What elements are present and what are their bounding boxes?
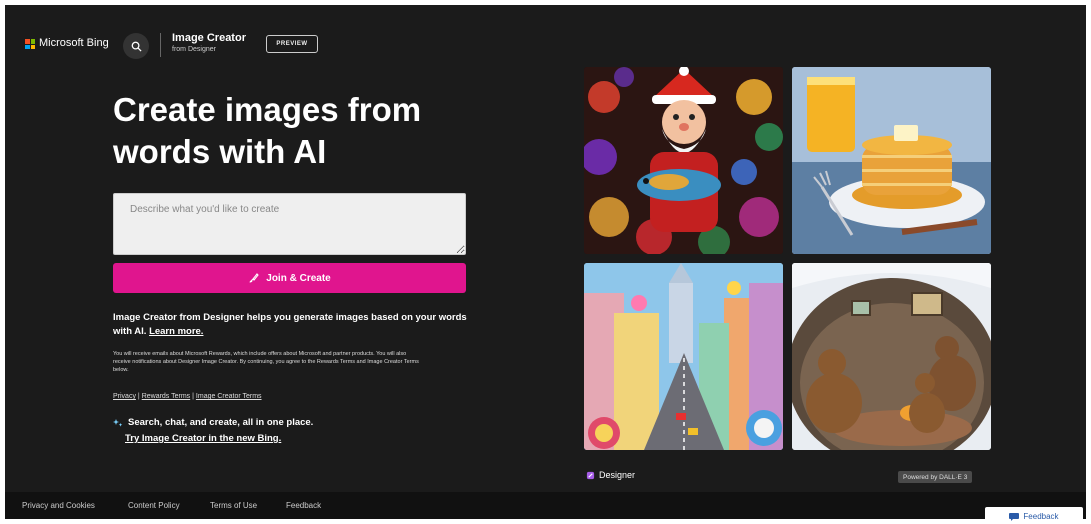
join-and-create-label: Join & Create [266,272,331,284]
pancakes-image [792,67,991,254]
terms-links: Privacy | Rewards Terms | Image Creator … [113,393,262,400]
header: Microsoft Bing Image Creator from Design… [5,5,1086,65]
footer-link-content-policy[interactable]: Content Policy [128,501,180,510]
designer-logo-icon [586,471,595,479]
terms-separator: | [192,393,194,400]
feedback-icon [1009,512,1020,521]
powered-by-badge: Powered by DALL·E 3 [898,471,973,483]
rewards-terms-link[interactable]: Rewards Terms [142,393,191,400]
terms-separator: | [137,393,140,400]
footer-link-feedback[interactable]: Feedback [286,501,321,510]
promo-line: Search, chat, and create, all in one pla… [113,417,313,428]
promo-text: Search, chat, and create, all in one pla… [128,417,314,428]
designer-label: Designer [599,470,636,480]
app-window: Microsoft Bing Image Creator from Design… [5,5,1086,519]
join-and-create-button[interactable]: Join & Create [113,263,466,293]
search-icon [131,41,142,52]
footer-link-terms[interactable]: Terms of Use [210,501,257,510]
feedback-button[interactable]: Feedback [985,507,1083,524]
search-button[interactable] [123,33,149,59]
gallery-image-bears[interactable] [792,263,991,450]
feedback-button-label: Feedback [1023,512,1059,521]
fine-print: You will receive emails about Microsoft … [113,351,419,373]
sparkle-icon [113,418,123,427]
gallery-image-pancakes[interactable] [792,67,991,254]
privacy-link[interactable]: Privacy [113,393,136,400]
brush-icon [249,273,260,283]
preview-badge: PREVIEW [266,35,318,53]
prompt-input[interactable] [113,193,466,255]
candy-city-image [584,263,783,450]
windows-logo-icon[interactable] [25,39,35,49]
try-new-bing-link[interactable]: Try Image Creator in the new Bing. [125,433,281,444]
learn-more-link[interactable]: Learn more. [149,326,203,337]
description: Image Creator from Designer helps you ge… [113,311,473,339]
header-divider [160,33,161,57]
gallery-image-candy-city[interactable] [584,263,783,450]
designer-credit[interactable]: Designer [586,470,635,480]
product-subtitle: from Designer [172,46,216,53]
bears-image [792,263,991,450]
brand-name[interactable]: Microsoft Bing [39,37,109,49]
image-creator-terms-link[interactable]: Image Creator Terms [196,393,262,400]
santa-image [584,67,783,254]
product-title[interactable]: Image Creator [172,32,246,44]
footer: Privacy and Cookies Content Policy Terms… [5,492,1086,519]
gallery-image-santa[interactable] [584,67,783,254]
hero-title: Create images from words with AI [113,91,422,170]
footer-link-privacy[interactable]: Privacy and Cookies [22,501,95,510]
